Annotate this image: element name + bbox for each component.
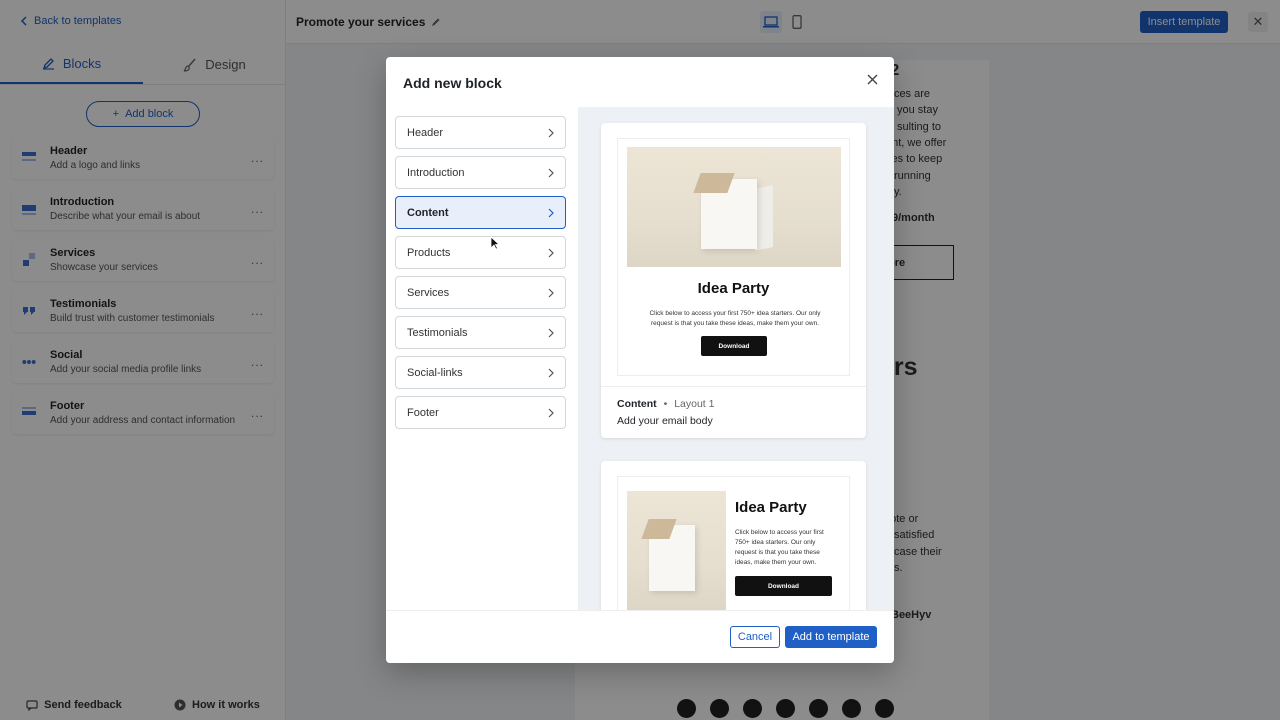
box-side (755, 185, 773, 251)
card-meta: Content • Layout 1 (617, 398, 715, 410)
category-label: Products (407, 246, 451, 259)
category-social-links[interactable]: Social-links (395, 356, 566, 389)
preview-heading: Idea Party (735, 499, 807, 516)
close-icon[interactable] (864, 71, 880, 87)
category-label: Content (407, 206, 449, 219)
category-introduction[interactable]: Introduction (395, 156, 566, 189)
category-label: Introduction (407, 166, 465, 179)
preview-download-button: Download (701, 336, 767, 356)
layout-preview-area[interactable]: Idea Party Click below to access your fi… (578, 107, 894, 610)
preview-download-button: Download (735, 576, 832, 596)
card-type: Content (617, 398, 657, 410)
add-block-modal: Add new block Header Introduction Conten… (386, 57, 894, 663)
chevron-right-icon (548, 168, 554, 177)
layout-card-2[interactable]: Idea Party Click below to access your fi… (601, 461, 866, 610)
card-divider (601, 386, 866, 387)
product-box-image (627, 147, 841, 267)
layout-thumbnail: Idea Party Click below to access your fi… (617, 476, 850, 610)
category-label: Social-links (407, 366, 463, 379)
preview-body: Click below to access your first 750+ id… (735, 529, 824, 566)
preview-body: Click below to access your first 750+ id… (649, 310, 821, 327)
product-box-image (627, 491, 726, 610)
modal-footer: Cancel Add to template (386, 610, 894, 663)
category-label: Header (407, 126, 444, 139)
chevron-right-icon (548, 288, 554, 297)
chevron-right-icon (548, 248, 554, 257)
chevron-right-icon (548, 368, 554, 377)
category-footer[interactable]: Footer (395, 396, 566, 429)
category-testimonials[interactable]: Testimonials (395, 316, 566, 349)
preview-heading: Idea Party (697, 280, 770, 297)
category-label: Footer (407, 406, 439, 419)
modal-title: Add new block (403, 75, 502, 91)
chevron-right-icon (548, 208, 554, 217)
category-content[interactable]: Content (395, 196, 566, 229)
category-services[interactable]: Services (395, 276, 566, 309)
card-description: Add your email body (617, 415, 713, 427)
cancel-button[interactable]: Cancel (730, 626, 780, 648)
chevron-right-icon (548, 408, 554, 417)
layout-thumbnail: Idea Party Click below to access your fi… (617, 138, 850, 376)
mouse-cursor-icon (490, 236, 500, 250)
chevron-right-icon (548, 328, 554, 337)
chevron-right-icon (548, 128, 554, 137)
category-label: Testimonials (407, 326, 468, 339)
layout-card-1[interactable]: Idea Party Click below to access your fi… (601, 123, 866, 438)
add-to-template-button[interactable]: Add to template (785, 626, 877, 648)
category-label: Services (407, 286, 450, 299)
card-layout: Layout 1 (674, 398, 715, 410)
block-category-list: Header Introduction Content Products Ser… (395, 116, 566, 436)
category-header[interactable]: Header (395, 116, 566, 149)
category-products[interactable]: Products (395, 236, 566, 269)
box-flap (693, 173, 735, 193)
